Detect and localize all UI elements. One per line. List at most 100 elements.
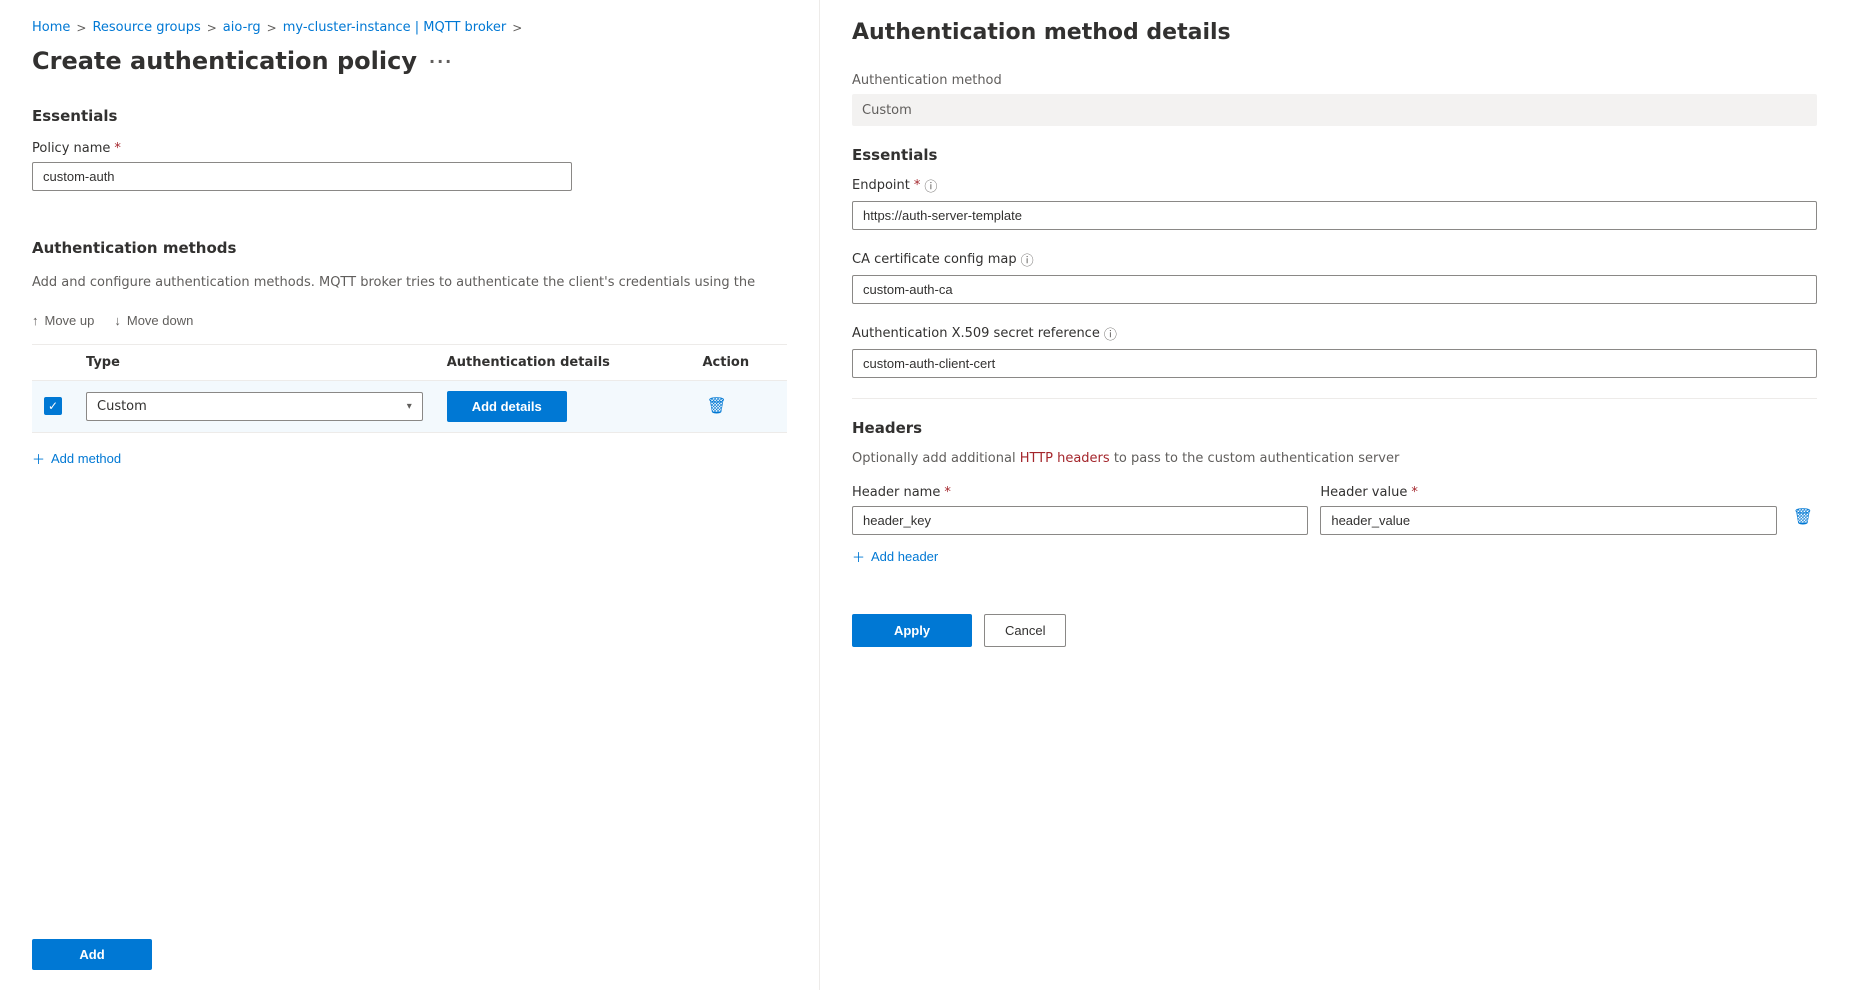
- auth-x509-label-text: Authentication X.509 secret reference: [852, 326, 1100, 341]
- auth-methods-heading: Authentication methods: [32, 239, 787, 257]
- add-method-button[interactable]: ＋ Add method: [32, 449, 121, 468]
- left-panel: Home > Resource groups > aio-rg > my-clu…: [0, 0, 820, 990]
- breadcrumb-resource-groups[interactable]: Resource groups: [92, 20, 200, 35]
- apply-button[interactable]: Apply: [852, 614, 972, 647]
- breadcrumb-sep-3: >: [267, 21, 277, 35]
- header-trash-icon: 🗑: [1793, 509, 1813, 526]
- auth-methods-table: Type Authentication details Action ✓ Cus…: [32, 344, 787, 433]
- headers-desc-prefix: Optionally add additional: [852, 451, 1020, 466]
- trash-icon: 🗑: [706, 398, 726, 415]
- policy-name-required: *: [114, 141, 121, 156]
- type-dropdown-value: Custom: [97, 399, 147, 414]
- headers-desc: Optionally add additional HTTP headers t…: [852, 449, 1817, 469]
- ca-cert-input[interactable]: [852, 275, 1817, 304]
- auth-x509-input[interactable]: [852, 349, 1817, 378]
- policy-name-field: Policy name *: [32, 141, 787, 191]
- right-panel: Authentication method details Authentica…: [820, 0, 1849, 990]
- divider: [852, 398, 1817, 399]
- endpoint-input[interactable]: [852, 201, 1817, 230]
- add-details-button[interactable]: Add details: [447, 391, 567, 422]
- row-checkbox[interactable]: ✓: [44, 397, 62, 415]
- add-header-label: Add header: [871, 549, 938, 564]
- endpoint-label-text: Endpoint: [852, 178, 910, 193]
- col-checkbox: [32, 344, 74, 380]
- essentials-heading: Essentials: [32, 107, 787, 125]
- row-type-cell: Custom ▾: [74, 380, 435, 432]
- breadcrumb-instance[interactable]: my-cluster-instance | MQTT broker: [283, 20, 507, 35]
- policy-name-label-text: Policy name: [32, 141, 110, 156]
- auth-x509-info-icon[interactable]: ⓘ: [1104, 324, 1117, 343]
- page-title-container: Create authentication policy ···: [32, 47, 787, 75]
- more-options-button[interactable]: ···: [429, 52, 453, 71]
- col-auth-details-header: Authentication details: [435, 344, 691, 380]
- ca-cert-field: CA certificate config map ⓘ: [852, 250, 1817, 304]
- auth-methods-section: Authentication methods Add and configure…: [32, 239, 787, 468]
- header-value-input[interactable]: [1320, 506, 1776, 535]
- col-type-header: Type: [74, 344, 435, 380]
- add-method-label: Add method: [51, 451, 121, 466]
- endpoint-field: Endpoint * ⓘ: [852, 176, 1817, 230]
- row-checkbox-cell: ✓: [32, 380, 74, 432]
- header-name-label-text: Header name: [852, 485, 940, 500]
- ca-cert-label-text: CA certificate config map: [852, 252, 1017, 267]
- delete-header-button[interactable]: 🗑: [1789, 503, 1817, 531]
- header-name-label: Header name *: [852, 485, 1308, 500]
- header-row: Header name * Header value * 🗑: [852, 485, 1817, 535]
- bottom-buttons: Add: [32, 907, 787, 970]
- breadcrumb: Home > Resource groups > aio-rg > my-clu…: [32, 20, 787, 35]
- auth-methods-desc: Add and configure authentication methods…: [32, 273, 787, 293]
- add-header-plus-icon: ＋: [852, 547, 865, 566]
- right-panel-title: Authentication method details: [852, 20, 1817, 45]
- policy-name-label: Policy name *: [32, 141, 787, 156]
- headers-desc-highlight: HTTP headers: [1020, 451, 1110, 466]
- breadcrumb-home[interactable]: Home: [32, 20, 70, 35]
- right-essentials-heading: Essentials: [852, 146, 1817, 164]
- essentials-section: Essentials Policy name *: [32, 107, 787, 211]
- move-up-label: Move up: [45, 313, 95, 328]
- header-name-input[interactable]: [852, 506, 1308, 535]
- header-name-field: Header name *: [852, 485, 1308, 535]
- move-down-label: Move down: [127, 313, 193, 328]
- header-name-required: *: [944, 485, 951, 500]
- chevron-down-icon: ▾: [407, 401, 412, 412]
- row-auth-details-cell: Add details: [435, 380, 691, 432]
- auth-x509-label: Authentication X.509 secret reference ⓘ: [852, 324, 1817, 343]
- breadcrumb-sep-4: >: [512, 21, 522, 35]
- move-controls: ↑ Move up ↓ Move down: [32, 309, 787, 332]
- headers-heading: Headers: [852, 419, 1817, 437]
- down-arrow-icon: ↓: [114, 313, 121, 328]
- header-value-label-text: Header value: [1320, 485, 1407, 500]
- move-up-button[interactable]: ↑ Move up: [32, 309, 94, 332]
- cancel-button[interactable]: Cancel: [984, 614, 1066, 647]
- col-action-header: Action: [690, 344, 787, 380]
- breadcrumb-sep-2: >: [207, 21, 217, 35]
- move-down-button[interactable]: ↓ Move down: [114, 309, 193, 332]
- row-action-cell: 🗑: [690, 380, 787, 432]
- header-value-field: Header value *: [1320, 485, 1776, 535]
- ca-cert-info-icon[interactable]: ⓘ: [1021, 250, 1034, 269]
- endpoint-label: Endpoint * ⓘ: [852, 176, 1817, 195]
- header-value-label: Header value *: [1320, 485, 1776, 500]
- ca-cert-label: CA certificate config map ⓘ: [852, 250, 1817, 269]
- right-bottom-buttons: Apply Cancel: [852, 598, 1817, 647]
- auth-method-field: Authentication method Custom: [852, 73, 1817, 126]
- auth-method-label: Authentication method: [852, 73, 1817, 88]
- delete-row-button[interactable]: 🗑: [702, 392, 730, 420]
- auth-x509-field: Authentication X.509 secret reference ⓘ: [852, 324, 1817, 378]
- headers-desc-suffix: to pass to the custom authentication ser…: [1110, 451, 1400, 466]
- type-dropdown[interactable]: Custom ▾: [86, 392, 423, 421]
- endpoint-required: *: [914, 178, 921, 193]
- add-policy-button[interactable]: Add: [32, 939, 152, 970]
- up-arrow-icon: ↑: [32, 313, 39, 328]
- endpoint-info-icon[interactable]: ⓘ: [924, 176, 937, 195]
- add-header-button[interactable]: ＋ Add header: [852, 547, 938, 566]
- header-value-required: *: [1411, 485, 1418, 500]
- check-icon: ✓: [48, 399, 58, 413]
- page-title: Create authentication policy: [32, 47, 417, 75]
- auth-method-value: Custom: [852, 94, 1817, 126]
- breadcrumb-sep-1: >: [76, 21, 86, 35]
- breadcrumb-aio-rg[interactable]: aio-rg: [223, 20, 261, 35]
- plus-icon: ＋: [32, 449, 45, 468]
- policy-name-input[interactable]: [32, 162, 572, 191]
- table-row: ✓ Custom ▾ Add details 🗑: [32, 380, 787, 432]
